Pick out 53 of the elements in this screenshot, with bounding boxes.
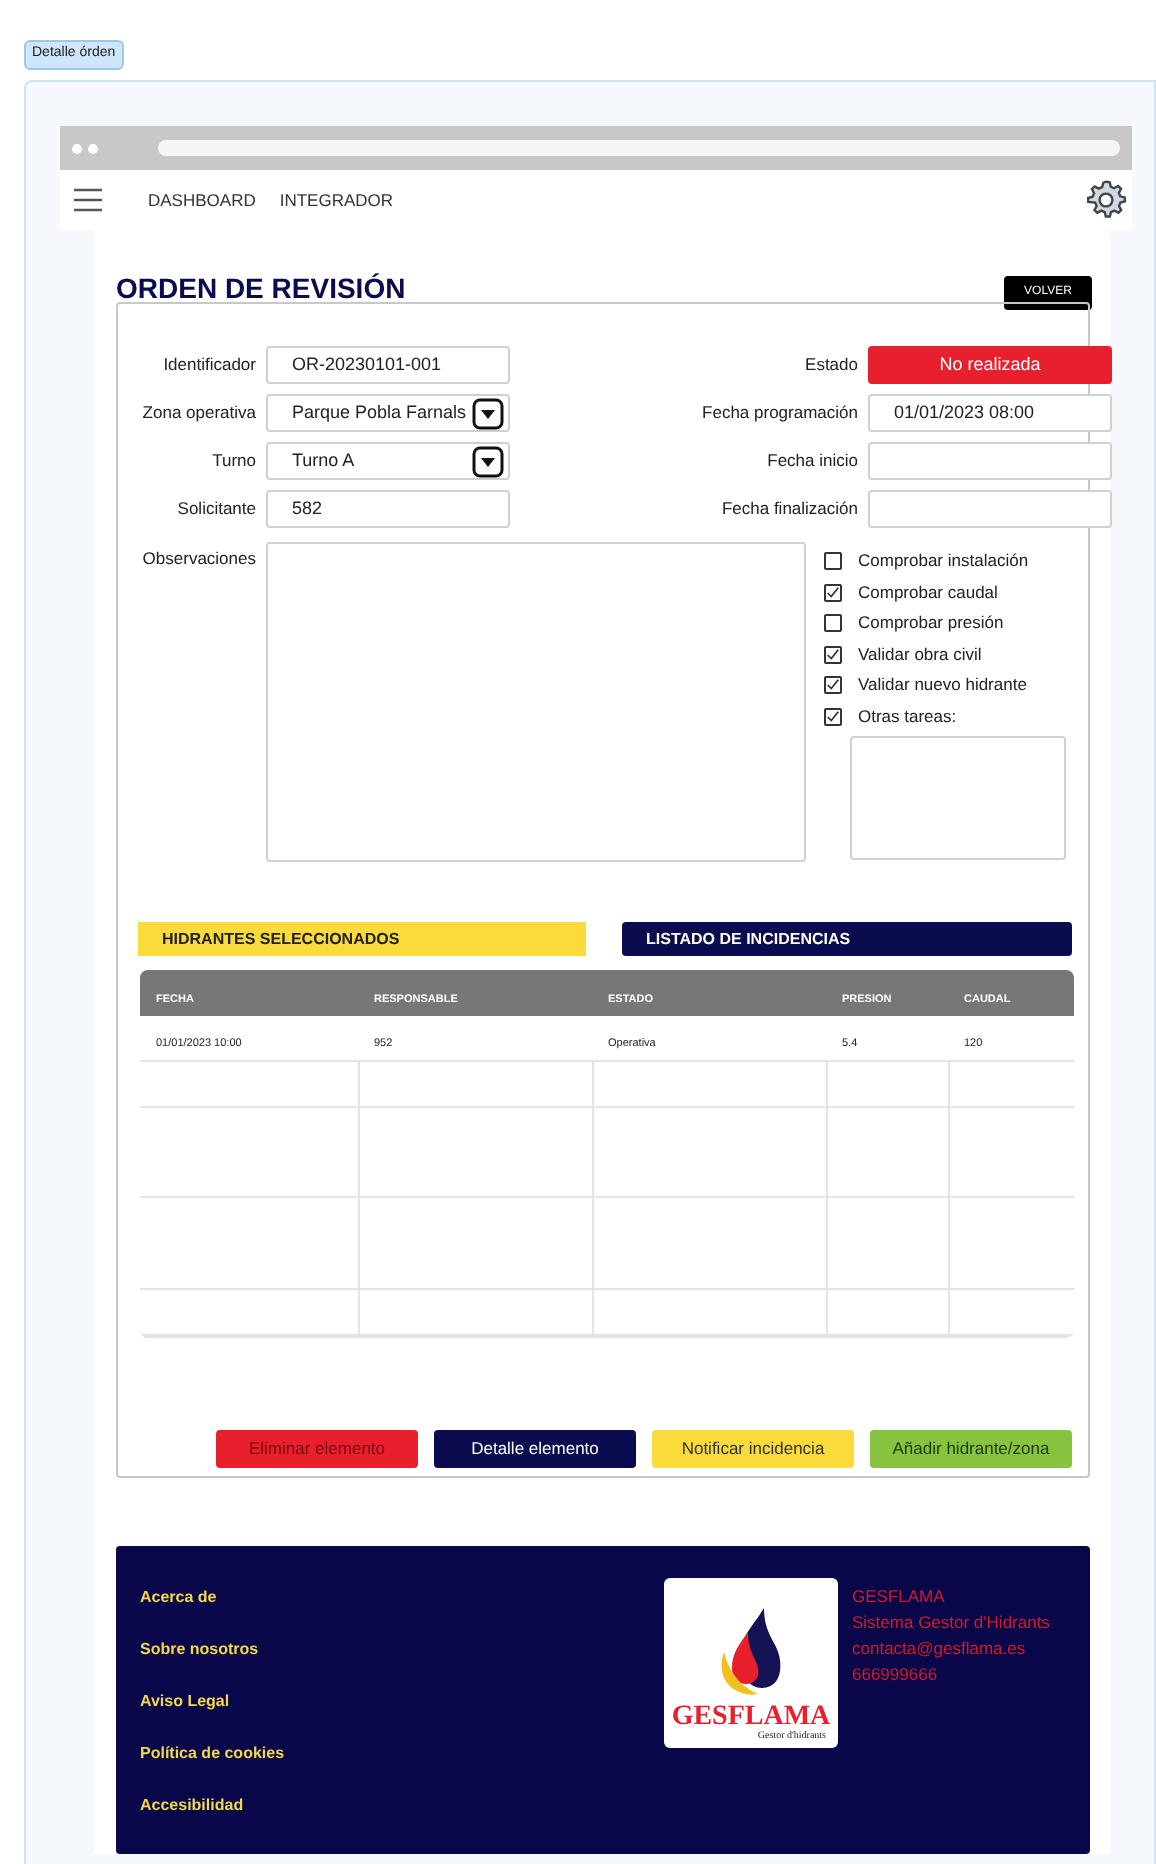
caret-icon	[472, 445, 504, 477]
field-label: Fecha finalización	[719, 496, 858, 522]
checkbox[interactable]	[824, 583, 842, 602]
checkbox-label: Comprobar caudal	[858, 579, 998, 606]
logo-name: GESFLAMA	[671, 1704, 831, 1732]
footer-link[interactable]: Política de cookies	[140, 1740, 664, 1766]
menu-icon[interactable]	[74, 188, 102, 212]
page-title: ORDEN DE REVISIÓN	[116, 274, 406, 302]
nav-link[interactable]: DASHBOARD	[148, 187, 256, 213]
section-tab[interactable]: HIDRANTES SELECCIONADOS	[138, 922, 586, 956]
field-label: Estado	[803, 352, 858, 378]
checkbox[interactable]	[824, 614, 842, 633]
field-label: Fecha inicio	[765, 448, 858, 474]
observations-field[interactable]	[266, 542, 806, 862]
checkbox-label: Comprobar presión	[858, 610, 1004, 637]
status-badge: No realizada	[868, 346, 1112, 384]
contact-line: Sistema Gestor d'Hidrants	[852, 1610, 1050, 1636]
footer-link[interactable]: Accesibilidad	[140, 1792, 664, 1818]
contact-line: 666999666	[852, 1662, 940, 1688]
select-field[interactable]: Turno A	[266, 442, 510, 480]
checkbox-label: Validar obra civil	[858, 641, 982, 668]
field-label: Observaciones	[140, 546, 256, 572]
nav-link[interactable]: INTEGRADOR	[279, 187, 394, 213]
footer-link[interactable]: Aviso Legal	[140, 1688, 664, 1714]
input-field[interactable]	[868, 442, 1112, 480]
settings-icon[interactable]	[1084, 178, 1128, 222]
input-field[interactable]	[868, 490, 1112, 528]
other-tasks-field[interactable]	[850, 736, 1066, 860]
input-field[interactable]: OR-20230101-001	[266, 346, 510, 384]
action-button[interactable]: Añadir hidrante/zona	[870, 1430, 1072, 1468]
contact-line: GESFLAMA	[852, 1584, 947, 1610]
caret-icon	[472, 397, 504, 429]
checkbox-label: Otras tareas:	[858, 703, 957, 730]
field-label: Identificador	[161, 352, 256, 378]
action-button[interactable]: Detalle elemento	[434, 1430, 636, 1468]
footer-link[interactable]: Acerca de	[140, 1584, 664, 1610]
field-label: Fecha programación	[700, 400, 858, 426]
field-label: Turno	[210, 448, 256, 474]
checkbox[interactable]	[824, 676, 842, 695]
checkbox[interactable]	[824, 707, 842, 726]
field-label: Solicitante	[175, 496, 256, 522]
input-field[interactable]: 582	[266, 490, 510, 528]
footer-link[interactable]: Sobre nosotros	[140, 1636, 664, 1662]
action-button[interactable]: Notificar incidencia	[652, 1430, 854, 1468]
contact-line: contacta@gesflama.es	[852, 1636, 1028, 1662]
select-field[interactable]: Parque Pobla Farnals	[266, 394, 510, 432]
checkbox-label: Comprobar instalación	[858, 548, 1029, 575]
checkbox[interactable]	[824, 645, 842, 664]
section-tab[interactable]: LISTADO DE INCIDENCIAS	[622, 922, 1072, 956]
checkbox-label: Validar nuevo hidrante	[858, 672, 1027, 699]
field-label: Zona operativa	[140, 400, 256, 426]
input-field[interactable]: 01/01/2023 08:00	[868, 394, 1112, 432]
checkbox[interactable]	[824, 552, 842, 571]
